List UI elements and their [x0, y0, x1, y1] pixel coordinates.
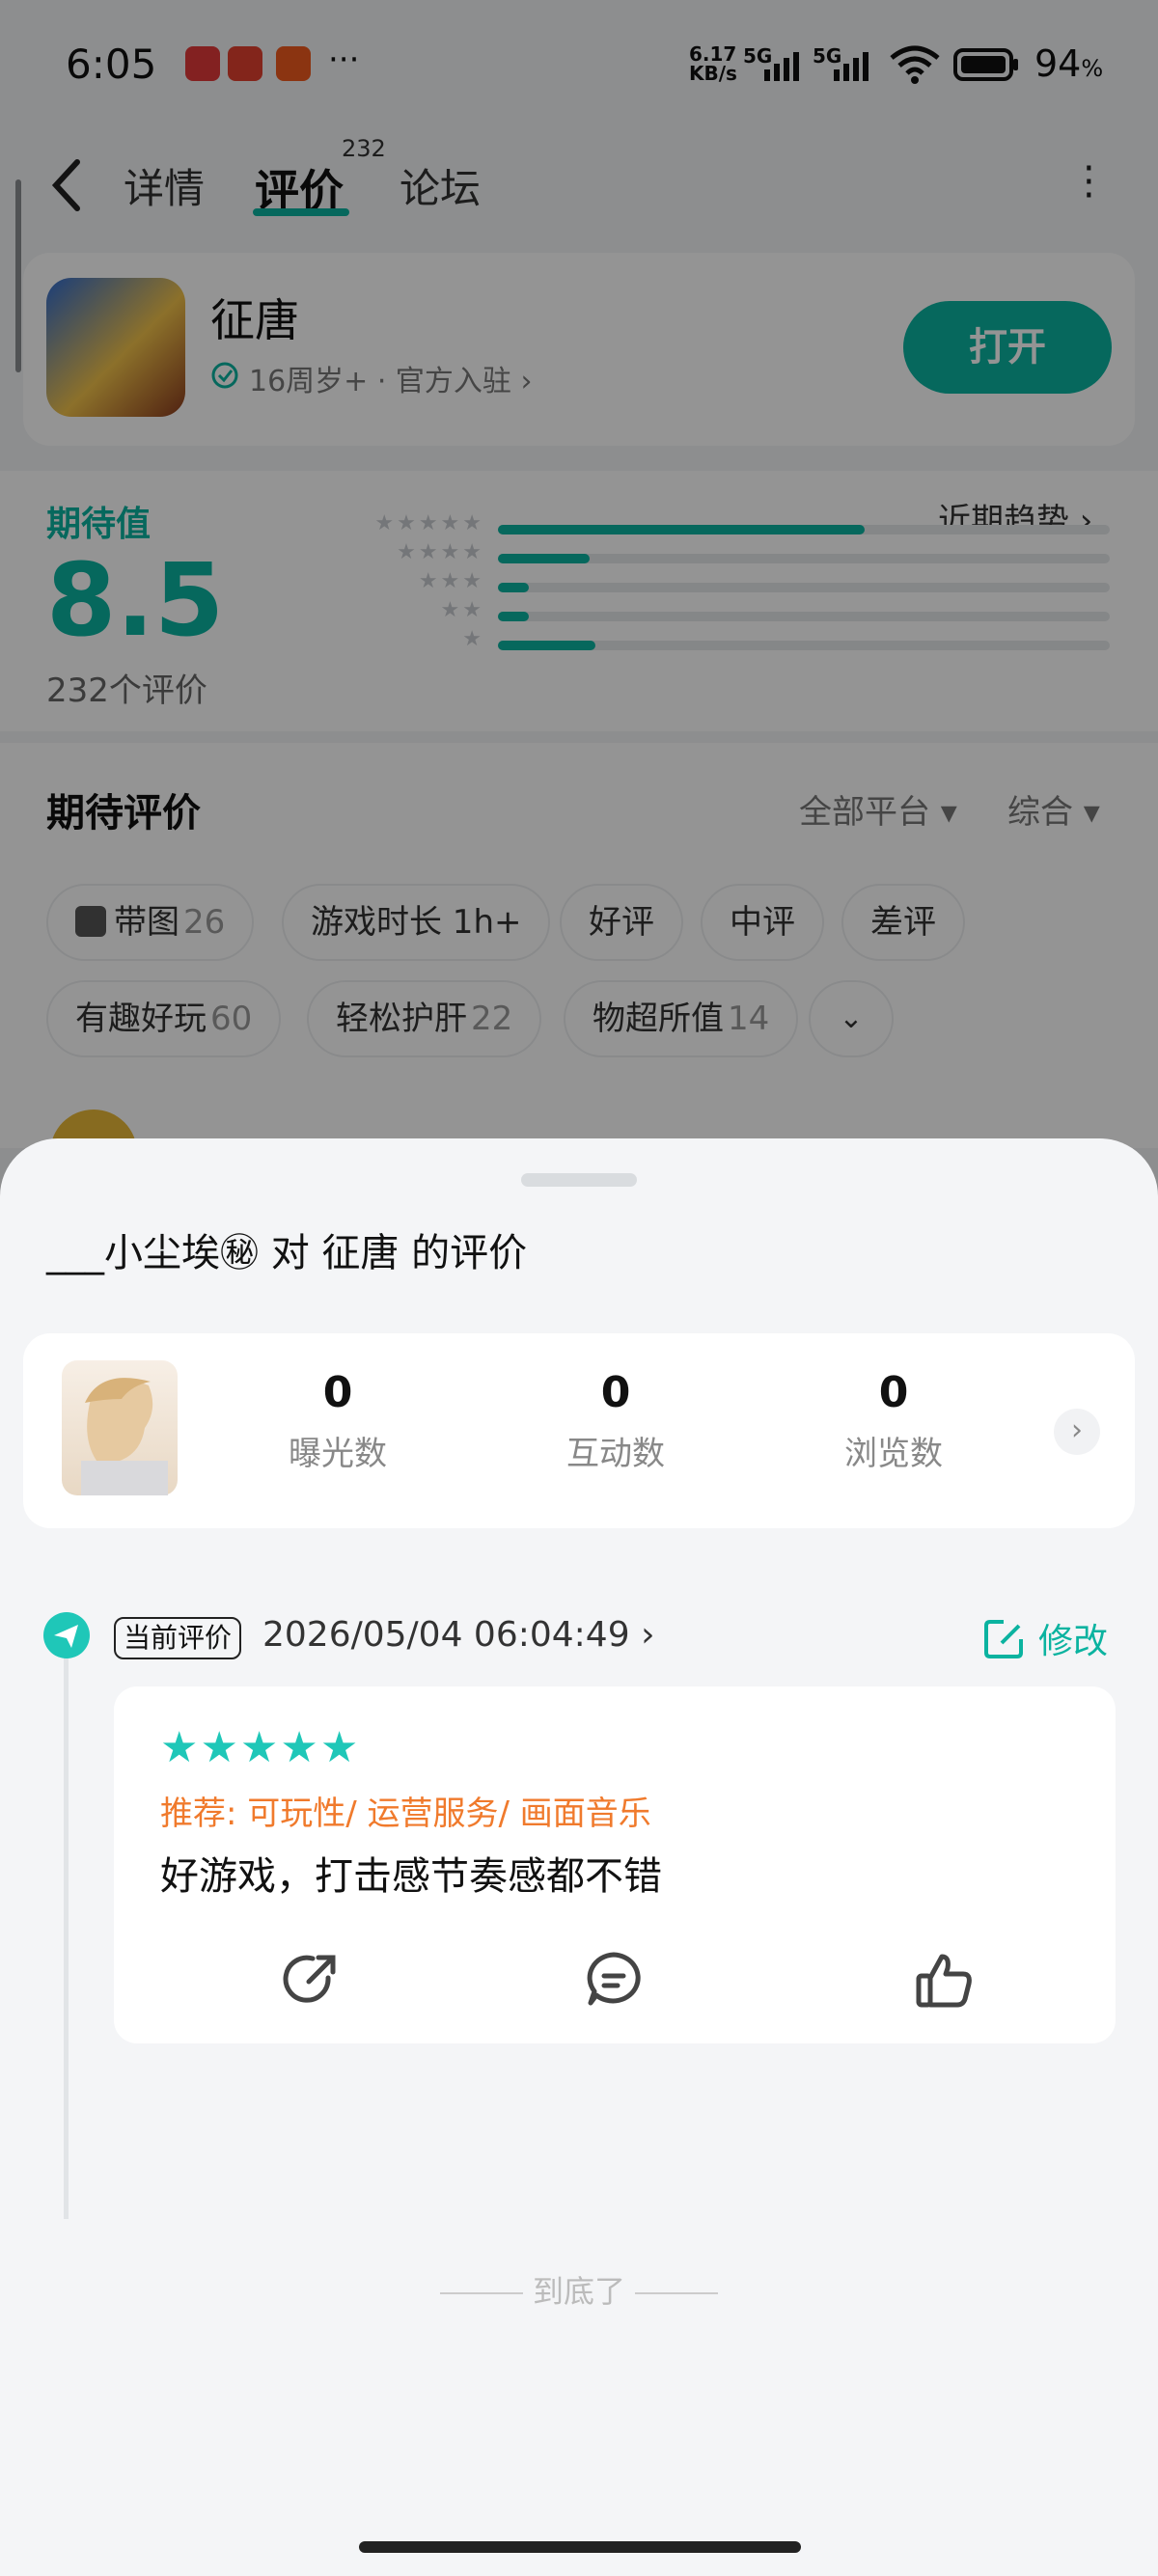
send-icon [43, 1612, 90, 1658]
end-of-list: 到底了 [430, 2267, 728, 2312]
stat-label: 浏览数 [844, 1435, 943, 1473]
star-icon: ★ [319, 1723, 359, 1772]
stat-value: 0 [878, 1368, 909, 1417]
review-timestamp[interactable]: 2026/05/04 06:04:49 › [262, 1615, 654, 1655]
review-card: ★★★★★ 推荐: 可玩性/ 运营服务/ 画面音乐 好游戏，打击感节奏感都不错 [114, 1686, 1116, 2043]
edit-button[interactable]: 修改 [982, 1613, 1108, 1663]
edit-icon [984, 1620, 1023, 1658]
stat-item: 0 浏览数 [797, 1368, 990, 1474]
review-text: 好游戏，打击感节奏感都不错 [160, 1854, 662, 1899]
stat-item: 0 曝光数 [241, 1368, 434, 1474]
stats-card[interactable]: 0 曝光数 0 互动数 0 浏览数 › [23, 1333, 1135, 1528]
home-indicator[interactable] [359, 2541, 801, 2553]
star-icon: ★ [200, 1723, 238, 1772]
thumbs-up-icon[interactable] [913, 1949, 975, 2011]
review-bottom-sheet: ___小尘埃㊙ 对 征唐 的评价 0 曝光数 0 互动数 0 浏览数 › 当前评价 202… [0, 1138, 1158, 2576]
stat-item: 0 互动数 [519, 1368, 712, 1474]
sheet-drag-handle[interactable] [521, 1173, 637, 1187]
star-icon: ★ [280, 1723, 318, 1772]
comment-icon[interactable] [583, 1949, 645, 2011]
star-icon: ★ [239, 1723, 279, 1772]
timeline-line [64, 1631, 69, 2219]
stat-value: 0 [600, 1368, 631, 1417]
current-review-tag: 当前评价 [114, 1617, 242, 1659]
user-avatar [62, 1360, 178, 1495]
review-stars: ★★★★★ [160, 1723, 360, 1772]
stat-value: 0 [322, 1368, 353, 1417]
sheet-title: ___小尘埃㊙ 对 征唐 的评价 [46, 1231, 528, 1275]
share-icon[interactable] [280, 1949, 342, 2011]
stat-label: 曝光数 [289, 1435, 387, 1473]
star-icon: ★ [160, 1723, 199, 1772]
avatar-illustration [81, 1378, 168, 1495]
stat-label: 互动数 [566, 1435, 665, 1473]
stats-chevron-right-icon[interactable]: › [1054, 1409, 1100, 1455]
review-recommend: 推荐: 可玩性/ 运营服务/ 画面音乐 [160, 1795, 651, 1833]
